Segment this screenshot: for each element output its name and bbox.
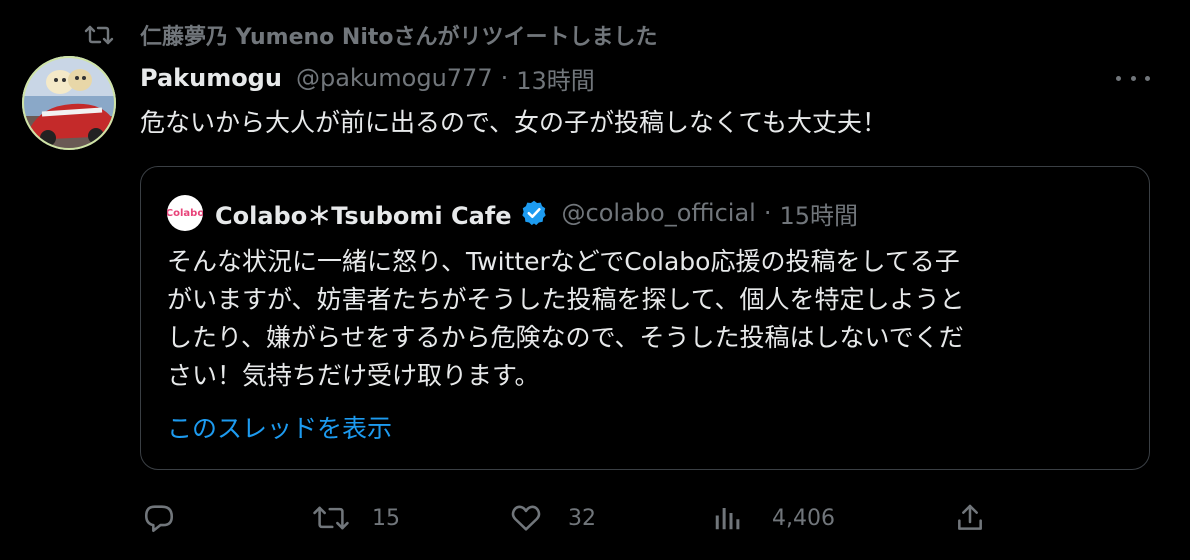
quoted-text-line: がいますが、妨害者たちがそうした投稿を探して、個人を特定しようと <box>167 285 965 314</box>
tweet-header: Pakumogu @pakumogu777 · 13時間 <box>140 60 595 96</box>
more-options-button[interactable] <box>1116 66 1150 90</box>
tweet-actions: 15 32 4,406 <box>140 496 1150 540</box>
views-count: 4,406 <box>772 505 835 531</box>
quoted-tweet-header: Colabo Colabo＊Tsubomi Cafe @colabo_offic… <box>167 195 858 231</box>
quoted-avatar-logo: Colabo <box>167 207 203 219</box>
share-button[interactable] <box>954 496 986 540</box>
heart-icon <box>511 505 541 531</box>
quoted-separator: · <box>763 199 772 227</box>
display-name[interactable]: Pakumogu <box>140 64 282 92</box>
quoted-text-line: したり、嫌がらせをするから危険なので、そうした投稿はしないでくだ <box>167 323 964 352</box>
separator: · <box>500 64 509 92</box>
handle[interactable]: @pakumogu777 <box>296 64 493 92</box>
retweet-button[interactable]: 15 <box>312 496 400 540</box>
views-chart-icon <box>715 508 740 530</box>
quoted-tweet-text: そんな状況に一緒に怒り、TwitterなどでColabo応援の投稿をしてる子 が… <box>167 243 1127 395</box>
quoted-text-line: そんな状況に一緒に怒り、TwitterなどでColabo応援の投稿をしてる子 <box>167 247 960 276</box>
more-icon-dot <box>1116 75 1121 81</box>
retweet-icon <box>84 22 118 48</box>
retweet-count: 15 <box>372 505 400 531</box>
verified-badge-icon <box>520 199 548 227</box>
reply-button[interactable] <box>142 496 206 540</box>
show-thread-link[interactable]: このスレッドを表示 <box>167 409 392 445</box>
tweet-text: 危ないから大人が前に出るので、女の子が投稿しなくても大丈夫！ <box>140 108 888 137</box>
reply-icon <box>144 505 174 533</box>
like-count: 32 <box>568 505 596 531</box>
quoted-handle: @colabo_official <box>561 199 756 227</box>
quoted-avatar: Colabo <box>167 195 203 231</box>
views-button[interactable]: 4,406 <box>712 496 835 540</box>
like-button[interactable]: 32 <box>508 496 596 540</box>
quoted-display-name: Colabo＊Tsubomi Cafe <box>215 201 512 230</box>
share-icon <box>958 504 982 530</box>
retweet-icon <box>313 506 349 530</box>
avatar-image <box>22 56 116 150</box>
timestamp[interactable]: 13時間 <box>516 61 595 96</box>
retweet-text: 仁藤夢乃 Yumeno Nitoさんがリツイートしました <box>140 25 658 50</box>
quoted-text-line: さい！気持ちだけ受け取ります。 <box>167 361 540 390</box>
more-icon-dot <box>1145 75 1150 81</box>
quoted-tweet-card[interactable]: Colabo Colabo＊Tsubomi Cafe @colabo_offic… <box>140 166 1150 470</box>
quoted-timestamp: 15時間 <box>779 201 859 230</box>
retweet-indicator[interactable]: 仁藤夢乃 Yumeno Nitoさんがリツイートしました <box>84 18 658 52</box>
more-icon-dot <box>1130 75 1136 81</box>
avatar[interactable] <box>22 56 116 150</box>
